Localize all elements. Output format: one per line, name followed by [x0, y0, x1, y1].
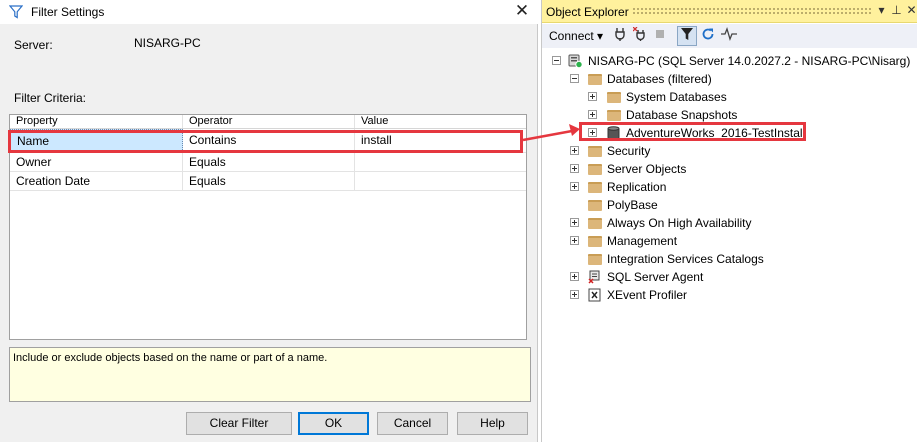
column-header-operator: Operator [183, 115, 355, 128]
object-explorer-panel: Object Explorer ▾ ⊥ ✕ Connect ▾ NISARG-P… [541, 0, 917, 442]
folder-icon [588, 200, 602, 211]
folder-icon [588, 218, 602, 229]
disconnect-icon[interactable] [632, 26, 648, 45]
expand-icon[interactable] [588, 110, 597, 119]
tree-label: Databases (filtered) [607, 72, 712, 86]
folder-icon [588, 164, 602, 175]
column-header-property: Property [10, 115, 183, 128]
expand-icon[interactable] [570, 182, 579, 191]
highlight-box-database [579, 122, 806, 141]
filter-settings-dialog: Filter Settings ✕ Server: NISARG-PC Filt… [0, 0, 538, 442]
tree-label: Database Snapshots [626, 108, 738, 122]
folder-icon [588, 236, 602, 247]
expand-icon[interactable] [570, 146, 579, 155]
xevent-icon [588, 288, 603, 302]
clear-filter-button[interactable]: Clear Filter [186, 412, 292, 435]
connect-button[interactable]: Connect ▾ [549, 27, 603, 45]
collapse-icon[interactable] [570, 74, 579, 83]
object-explorer-title-bar: Object Explorer ▾ ⊥ ✕ [542, 0, 917, 23]
value-cell[interactable] [355, 172, 526, 190]
grid-row-owner[interactable]: Owner Equals [10, 153, 526, 172]
tree-label: Server Objects [607, 162, 687, 176]
dropdown-icon[interactable]: ▾ [874, 3, 889, 18]
grid-row-creation-date[interactable]: Creation Date Equals [10, 172, 526, 191]
object-explorer-title: Object Explorer [546, 5, 629, 19]
tree-label: Management [607, 234, 678, 248]
help-button[interactable]: Help [457, 412, 528, 435]
dialog-title-bar: Filter Settings ✕ [0, 0, 538, 24]
value-cell[interactable] [355, 153, 526, 171]
server-label: Server: [14, 38, 53, 52]
tree-label: System Databases [626, 90, 727, 104]
expand-icon[interactable] [570, 218, 579, 227]
connect-label: Connect [549, 29, 594, 43]
tree-label: Integration Services Catalogs [607, 252, 764, 266]
expand-icon[interactable] [570, 236, 579, 245]
object-explorer-toolbar: Connect ▾ [542, 24, 917, 48]
folder-icon [588, 146, 602, 157]
description-box: Include or exclude objects based on the … [9, 347, 531, 402]
sql-agent-icon [587, 270, 602, 284]
dialog-title: Filter Settings [31, 5, 105, 19]
operator-cell[interactable]: Equals [183, 172, 355, 190]
close-icon[interactable]: ✕ [904, 3, 917, 18]
filter-icon[interactable] [677, 26, 697, 46]
connect-plug-icon[interactable] [613, 27, 627, 45]
folder-icon [607, 110, 621, 121]
arrow-annotation [522, 124, 580, 142]
column-header-value: Value [361, 115, 389, 127]
expand-icon[interactable] [570, 272, 579, 281]
tree-label: Replication [607, 180, 667, 194]
filter-criteria-label: Filter Criteria: [14, 91, 87, 105]
folder-icon [588, 182, 602, 193]
refresh-icon[interactable] [700, 27, 716, 45]
tree-label: XEvent Profiler [607, 288, 688, 302]
property-cell[interactable]: Creation Date [10, 172, 183, 190]
folder-icon [588, 74, 602, 85]
grid-header: Property Operator Value [10, 115, 526, 129]
operator-cell[interactable]: Equals [183, 153, 355, 171]
cancel-button[interactable]: Cancel [377, 412, 448, 435]
tree-label: NISARG-PC (SQL Server 14.0.2027.2 - NISA… [588, 54, 911, 68]
stop-icon[interactable] [653, 27, 667, 45]
activity-monitor-icon[interactable] [720, 27, 738, 45]
folder-icon [607, 92, 621, 103]
server-value: NISARG-PC [134, 36, 201, 50]
property-cell[interactable]: Owner [10, 153, 183, 171]
expand-icon[interactable] [570, 164, 579, 173]
expand-icon[interactable] [570, 290, 579, 299]
filter-icon [8, 5, 24, 22]
highlight-box-name-row [8, 130, 523, 153]
tree-label: PolyBase [607, 198, 658, 212]
expand-icon[interactable] [588, 92, 597, 101]
pin-icon[interactable]: ⊥ [889, 3, 904, 18]
server-connected-icon [568, 54, 583, 69]
tree-label: Security [607, 144, 651, 158]
title-bar-grip [632, 7, 872, 16]
collapse-icon[interactable] [552, 56, 561, 65]
folder-icon [588, 254, 602, 265]
close-icon[interactable]: ✕ [512, 1, 532, 21]
tree-label: Always On High Availability [607, 216, 752, 230]
ok-button[interactable]: OK [298, 412, 369, 435]
tree-label: SQL Server Agent [607, 270, 704, 284]
